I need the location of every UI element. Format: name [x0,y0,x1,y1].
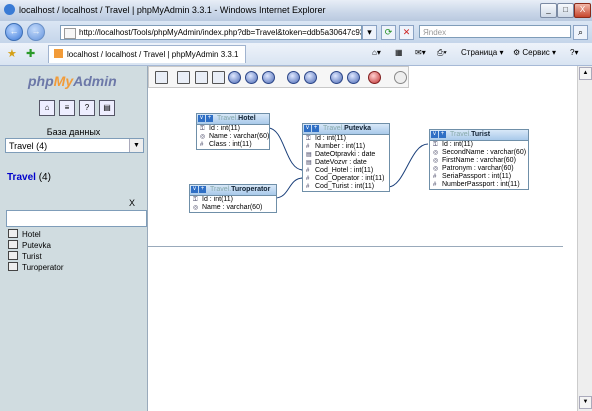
int-col-icon: # [433,182,437,188]
options-icon[interactable]: + [439,131,446,138]
text-col-icon: ◎ [200,134,206,140]
text-col-icon: ◎ [433,158,439,164]
column-row[interactable]: # NumberPassport : int(11) [430,181,528,189]
vertical-scrollbar[interactable] [577,66,592,411]
options-icon[interactable]: + [206,115,213,122]
designer-table-turist[interactable]: v + Travel.Turist ⚿ Id : int(11) ◎ SecondNam… [429,129,529,190]
table-header[interactable]: v + Travel.Hotel [197,114,269,125]
scroll-up-icon[interactable]: ▲ [579,67,592,80]
toggle-icon[interactable]: v [198,115,205,122]
designer-table-putevka[interactable]: v + Travel.Putevka ⚿ Id : int(11) # Number :… [302,123,390,192]
table-header[interactable]: v + Travel.Turoperator [190,185,276,196]
text-col-icon: ◎ [433,150,439,156]
column-row[interactable]: # Class : int(11) [197,141,269,149]
toggle-icon[interactable]: v [304,125,311,132]
column-row[interactable]: ◎ FirstName : varchar(60) [430,157,528,165]
column-row[interactable]: ⚿ Id : int(11) [190,196,276,204]
key-icon: ⚿ [306,136,311,142]
key-icon: ⚿ [193,197,198,203]
relation-lines [267,127,429,199]
toggle-icon[interactable]: v [431,131,438,138]
column-row[interactable]: ▤ DateVozvr : date [303,159,389,167]
column-row[interactable]: # Cod_Turist : int(11) [303,183,389,191]
column-row[interactable]: # Cod_Hotel : int(11) [303,167,389,175]
column-row[interactable]: # Cod_Operator : int(11) [303,175,389,183]
toggle-icon[interactable]: v [191,186,198,193]
column-row[interactable]: ▤ DateOtpravki : date [303,151,389,159]
column-row[interactable]: ⚿ Id : int(11) [430,141,528,149]
options-icon[interactable]: + [312,125,319,132]
int-col-icon: # [306,144,310,150]
designer-table-turoperator[interactable]: v + Travel.Turoperator ⚿ Id : int(11) ◎ Name… [189,184,277,213]
column-row[interactable]: ◎ Name : varchar(60) [197,133,269,141]
text-col-icon: ◎ [433,166,439,172]
int-col-icon: # [306,168,310,174]
date-col-icon: ▤ [306,160,312,166]
scroll-down-icon[interactable]: ▼ [579,396,592,409]
table-header[interactable]: v + Travel.Turist [430,130,528,141]
column-row[interactable]: # SeriaPassport : int(11) [430,173,528,181]
designer-table-hotel[interactable]: v + Travel.Hotel ⚿ Id : int(11) ◎ Name : var… [196,113,270,150]
date-col-icon: ▤ [306,152,312,158]
int-col-icon: # [306,184,310,190]
column-row[interactable]: ◎ Name : varchar(60) [190,204,276,212]
int-col-icon: # [433,174,437,180]
key-icon: ⚿ [433,142,438,148]
key-icon: ⚿ [200,126,205,132]
text-col-icon: ◎ [193,205,199,211]
column-row[interactable]: ⚿ Id : int(11) [303,135,389,143]
column-row[interactable]: # Number : int(11) [303,143,389,151]
column-row[interactable]: ◎ Patronym : varchar(60) [430,165,528,173]
int-col-icon: # [200,142,204,148]
int-col-icon: # [306,176,310,182]
column-row[interactable]: ◎ SecondName : varchar(60) [430,149,528,157]
column-row[interactable]: ⚿ Id : int(11) [197,125,269,133]
options-icon[interactable]: + [199,186,206,193]
table-header[interactable]: v + Travel.Putevka [303,124,389,135]
